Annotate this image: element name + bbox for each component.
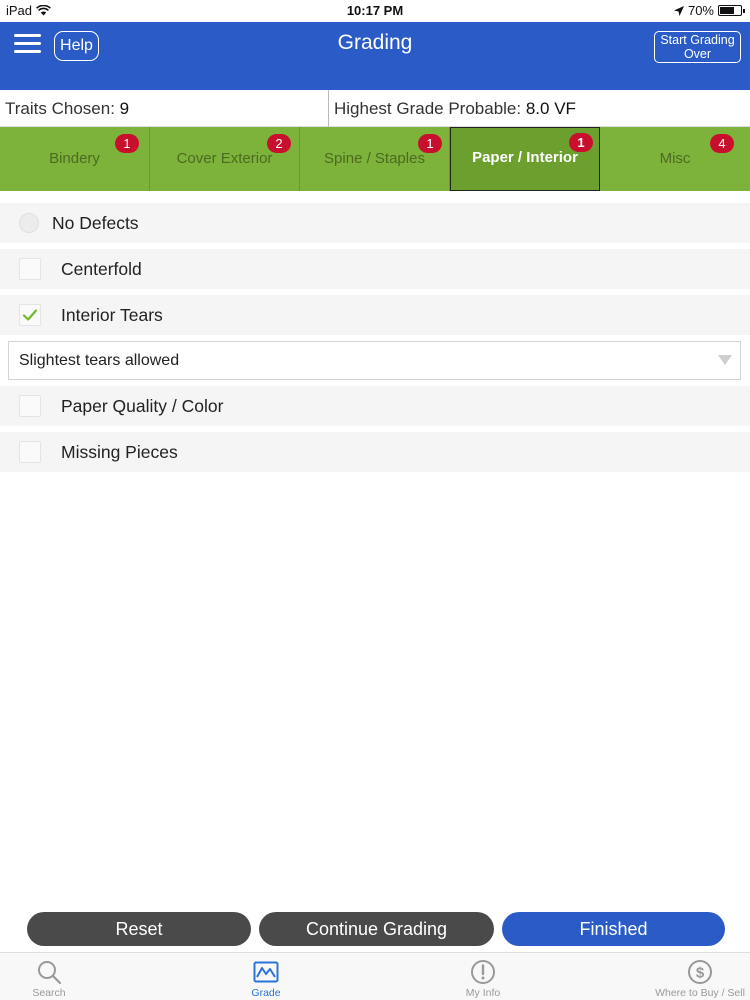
tab-paper-interior[interactable]: Paper / Interior 1 (450, 127, 600, 191)
grade-icon (253, 961, 279, 983)
start-over-line2: Over (683, 47, 712, 61)
highest-grade-label: Highest Grade Probable: (334, 99, 522, 118)
tabbar-label: Where to Buy / Sell (655, 987, 745, 999)
tab-bindery[interactable]: Bindery 1 (0, 127, 150, 191)
no-defects-option[interactable]: No Defects (0, 203, 750, 243)
tab-label: Spine / Staples (324, 150, 425, 167)
location-arrow-icon (673, 5, 684, 16)
traits-chosen-value: 9 (119, 99, 130, 118)
tab-cover-exterior[interactable]: Cover Exterior 2 (150, 127, 300, 191)
defect-item-centerfold[interactable]: Centerfold (0, 249, 750, 289)
battery-icon (718, 5, 745, 16)
highest-grade: Highest Grade Probable: 8.0 VF (334, 99, 576, 119)
tabbar-item-where-to-buy-sell[interactable]: $ Where to Buy / Sell (630, 957, 750, 999)
battery-percent: 70% (687, 3, 714, 18)
defect-item-missing-pieces[interactable]: Missing Pieces (0, 432, 750, 472)
tabbar-label: Grade (251, 987, 281, 999)
defect-label: Interior Tears (61, 304, 163, 325)
dropdown-caret-icon (718, 355, 732, 365)
start-over-line1: Start Grading (660, 33, 735, 47)
search-icon (38, 961, 62, 985)
interior-tears-severity-select[interactable]: Slightest tears allowed (8, 341, 741, 380)
dollar-icon: $ (688, 960, 712, 984)
tabbar-item-search[interactable]: Search (0, 957, 119, 999)
bottom-tab-bar: Search Grade My Info $ Where to Buy / Se… (0, 952, 750, 1000)
no-defects-label: No Defects (52, 212, 139, 233)
finished-button[interactable]: Finished (502, 912, 725, 946)
svg-text:$: $ (696, 965, 705, 982)
tab-label: Cover Exterior (176, 150, 273, 167)
start-grading-over-button[interactable]: Start Grading Over (654, 31, 741, 63)
defect-label: Paper Quality / Color (61, 395, 224, 416)
tab-badge: 1 (418, 134, 442, 153)
traits-chosen: Traits Chosen: 9 (5, 99, 129, 119)
interior-tears-checkbox[interactable] (19, 304, 41, 326)
category-tabs: Bindery 1 Cover Exterior 2 Spine / Stapl… (0, 127, 750, 191)
highest-grade-value: 8.0 VF (525, 99, 576, 118)
tab-badge: 2 (267, 134, 291, 153)
info-icon (471, 960, 495, 984)
grading-summary-bar: Traits Chosen: 9 Highest Grade Probable:… (0, 90, 750, 127)
nav-bar: Help Grading Start Grading Over (0, 22, 750, 90)
tab-label: Misc (659, 150, 691, 167)
tab-badge: 4 (710, 134, 734, 153)
summary-divider (328, 90, 329, 127)
traits-chosen-label: Traits Chosen: (5, 99, 115, 118)
tab-spine-staples[interactable]: Spine / Staples 1 (300, 127, 450, 191)
tabbar-label: My Info (465, 987, 501, 999)
defect-list: No Defects Centerfold Interior Tears Sli… (0, 203, 750, 478)
tab-badge: 1 (115, 134, 139, 153)
tabbar-item-my-info[interactable]: My Info (413, 957, 553, 999)
defect-label: Centerfold (61, 258, 142, 279)
centerfold-checkbox[interactable] (19, 258, 41, 280)
page-title: Grading (337, 31, 413, 54)
tabbar-label: Search (32, 987, 66, 999)
defect-label: Missing Pieces (61, 441, 178, 462)
status-time: 10:17 PM (346, 3, 404, 18)
missing-pieces-checkbox[interactable] (19, 441, 41, 463)
tab-misc[interactable]: Misc 4 (600, 127, 750, 191)
tab-label: Paper / Interior (472, 149, 578, 166)
reset-button[interactable]: Reset (27, 912, 251, 946)
paper-quality-checkbox[interactable] (19, 395, 41, 417)
defect-item-interior-tears[interactable]: Interior Tears (0, 295, 750, 335)
selected-option: Slightest tears allowed (19, 351, 180, 369)
no-defects-radio[interactable] (19, 213, 39, 233)
checkmark-icon (22, 309, 38, 321)
tabbar-item-grade[interactable]: Grade (196, 957, 336, 999)
continue-grading-button[interactable]: Continue Grading (259, 912, 494, 946)
tab-label: Bindery (49, 150, 100, 167)
defect-item-paper-quality[interactable]: Paper Quality / Color (0, 386, 750, 426)
status-bar: iPad 10:17 PM 70% (0, 0, 750, 22)
tab-badge: 1 (569, 133, 593, 152)
